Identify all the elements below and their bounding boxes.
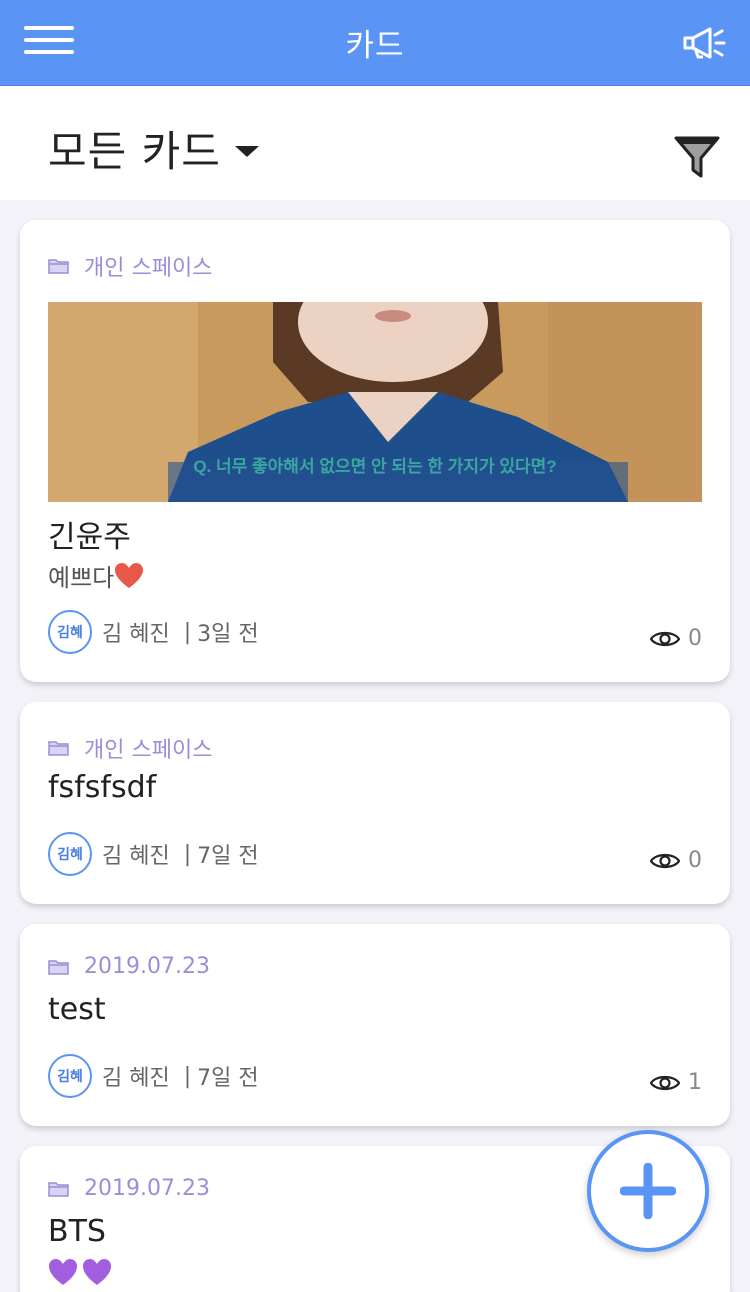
card-space: 개인 스페이스 bbox=[48, 250, 212, 282]
card-item[interactable]: 개인 스페이스 Q. 너무 좋아해서 없으면 안 되는 한 가지가 있다면? 긴… bbox=[20, 220, 730, 682]
view-count-value: 1 bbox=[688, 1070, 702, 1095]
view-count-value: 0 bbox=[688, 848, 702, 873]
posted-time: 7일 전 bbox=[197, 1066, 259, 1091]
view-count: 1 bbox=[650, 1070, 702, 1095]
avatar[interactable]: 김혜 bbox=[48, 832, 92, 876]
card-space: 2019.07.23 bbox=[48, 954, 210, 979]
card-space: 개인 스페이스 bbox=[48, 732, 212, 764]
card-space-label: 개인 스페이스 bbox=[84, 256, 213, 281]
eye-icon bbox=[650, 631, 680, 646]
card-meta: 김혜 김 혜진 | 7일 전 bbox=[48, 1054, 259, 1098]
folder-icon bbox=[48, 259, 69, 274]
funnel-icon[interactable] bbox=[674, 134, 720, 180]
posted-time: 7일 전 bbox=[197, 844, 259, 869]
card-space-label: 개인 스페이스 bbox=[84, 738, 213, 763]
meta-separator: | bbox=[183, 841, 192, 867]
card-title: 긴윤주 bbox=[48, 520, 131, 555]
view-count-value: 0 bbox=[688, 626, 702, 651]
meta-separator: | bbox=[183, 1063, 192, 1089]
card-space-label: 2019.07.23 bbox=[84, 954, 210, 979]
card-description bbox=[48, 1258, 112, 1288]
card-meta: 김혜 김 혜진 | 7일 전 bbox=[48, 832, 259, 876]
megaphone-icon[interactable] bbox=[682, 24, 728, 64]
plus-icon bbox=[620, 1163, 676, 1219]
avatar[interactable]: 김혜 bbox=[48, 1054, 92, 1098]
card-description: 예쁘다 bbox=[48, 558, 144, 593]
filter-bar: 모든 카드 bbox=[0, 86, 750, 200]
card-desc-text: 예쁘다 bbox=[48, 564, 115, 592]
thumbnail-caption: Q. 너무 좋아해서 없으면 안 되는 한 가지가 있다면? bbox=[193, 457, 556, 476]
folder-icon bbox=[48, 959, 69, 975]
eye-icon bbox=[650, 853, 680, 868]
posted-time: 3일 전 bbox=[197, 622, 259, 647]
add-card-button[interactable] bbox=[587, 1130, 709, 1252]
author-name: 김 혜진 bbox=[102, 1066, 170, 1091]
card-space: 2019.07.23 bbox=[48, 1176, 210, 1201]
card-title: fsfsfsdf bbox=[48, 770, 157, 805]
app-bar: 카드 bbox=[0, 0, 750, 86]
meta-separator: | bbox=[183, 619, 192, 645]
card-item[interactable]: 2019.07.23 test 김혜 김 혜진 | 7일 전 1 bbox=[20, 924, 730, 1126]
red-heart-icon bbox=[115, 562, 144, 588]
card-space-label: 2019.07.23 bbox=[84, 1176, 210, 1201]
eye-icon bbox=[650, 1075, 680, 1090]
page-title: 카드 bbox=[345, 28, 405, 64]
card-title: BTS bbox=[48, 1214, 106, 1249]
folder-icon bbox=[48, 1181, 69, 1197]
card-item[interactable]: 개인 스페이스 fsfsfsdf 김혜 김 혜진 | 7일 전 0 bbox=[20, 702, 730, 904]
card-title: test bbox=[48, 992, 106, 1027]
card-meta: 김혜 김 혜진 | 3일 전 bbox=[48, 610, 259, 654]
hamburger-menu-icon[interactable] bbox=[24, 26, 74, 60]
filter-selected-label: 모든 카드 bbox=[48, 127, 221, 176]
card-thumbnail-image: Q. 너무 좋아해서 없으면 안 되는 한 가지가 있다면? bbox=[48, 302, 702, 502]
card-filter-dropdown[interactable]: 모든 카드 bbox=[48, 118, 259, 179]
avatar[interactable]: 김혜 bbox=[48, 610, 92, 654]
view-count: 0 bbox=[650, 848, 702, 873]
author-name: 김 혜진 bbox=[102, 622, 170, 647]
purple-hearts-icon bbox=[49, 1259, 111, 1285]
view-count: 0 bbox=[650, 626, 702, 651]
caret-down-icon bbox=[234, 146, 259, 157]
author-name: 김 혜진 bbox=[102, 844, 170, 869]
folder-icon bbox=[48, 741, 69, 756]
